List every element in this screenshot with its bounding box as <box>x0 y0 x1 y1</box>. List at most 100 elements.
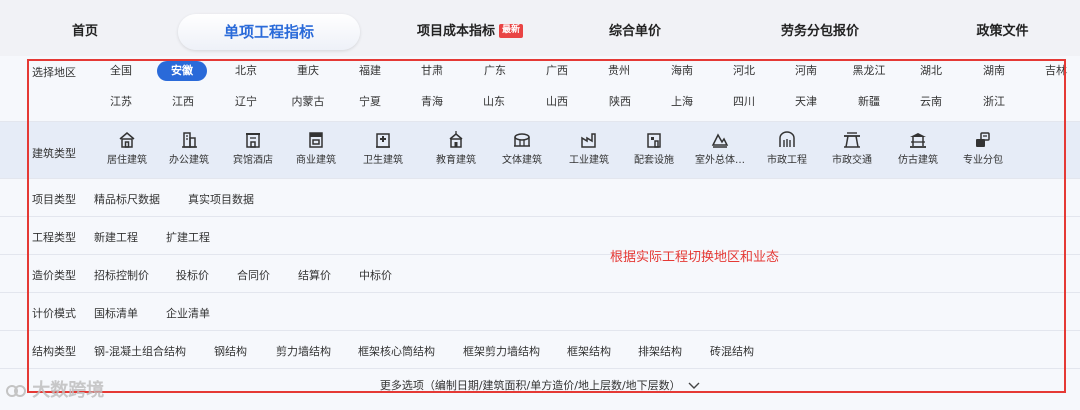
option-bid-control-price[interactable]: 招标控制价 <box>94 267 149 283</box>
hospital-icon <box>376 133 390 148</box>
option-frame-core-tube[interactable]: 框架核心筒结构 <box>358 343 435 359</box>
building-type-option[interactable]: 仿古建筑 <box>883 130 953 166</box>
option-shear-wall[interactable]: 剪力墙结构 <box>276 343 331 359</box>
region-option[interactable]: 内蒙古 <box>283 92 333 112</box>
region-option[interactable]: 辽宁 <box>221 92 271 112</box>
region-option[interactable]: 北京 <box>221 61 271 81</box>
option-expansion[interactable]: 扩建工程 <box>166 229 210 245</box>
building-type-label: 专业分包 <box>963 155 1003 166</box>
factory-icon <box>581 133 596 148</box>
region-option[interactable]: 云南 <box>906 92 956 112</box>
region-option[interactable]: 山东 <box>469 92 519 112</box>
option-real-project-data[interactable]: 真实项目数据 <box>188 191 254 207</box>
region-option[interactable]: 黑龙江 <box>844 61 894 81</box>
cost-type-row: 造价类型 招标控制价 投标价 合同价 结算价 中标价 <box>0 255 1080 293</box>
option-contract-price[interactable]: 合同价 <box>237 267 270 283</box>
municipal-icon <box>779 131 795 147</box>
region-option[interactable]: 上海 <box>657 92 707 112</box>
option-national-bill[interactable]: 国标清单 <box>94 305 138 321</box>
building-type-row: 建筑类型 居住建筑 办公建筑 宾馆酒店 商业建筑 卫生建筑 教育建筑 文体建筑 工业建筑 配套设… <box>0 122 1080 179</box>
region-option[interactable]: 广东 <box>470 61 520 81</box>
option-bid-price[interactable]: 投标价 <box>176 267 209 283</box>
region-option[interactable]: 河北 <box>719 61 769 81</box>
region-option[interactable]: 天津 <box>781 92 831 112</box>
watermark-text: 大数跨境 <box>32 380 105 401</box>
tab-policy-documents[interactable]: 政策文件 <box>960 14 1045 50</box>
region-option[interactable]: 甘肃 <box>407 61 457 81</box>
option-steel-concrete-composite[interactable]: 钢-混凝土组合结构 <box>94 343 186 359</box>
region-option[interactable]: 全国 <box>96 61 146 81</box>
tab-project-cost-index[interactable]: 项目成本指标 最新 <box>400 14 540 50</box>
option-brick-concrete[interactable]: 砖混结构 <box>710 343 754 359</box>
building-type-label: 商业建筑 <box>296 155 336 166</box>
region-option[interactable]: 河南 <box>781 61 831 81</box>
cost-type-row-label: 造价类型 <box>32 269 76 282</box>
school-icon <box>449 131 463 148</box>
option-steel-structure[interactable]: 钢结构 <box>214 343 247 359</box>
building-type-option[interactable]: 文体建筑 <box>487 130 557 166</box>
option-bent-frame[interactable]: 排架结构 <box>638 343 682 359</box>
tab-label: 单项工程指标 <box>223 23 314 41</box>
structure-type-row: 结构类型 钢-混凝土组合结构 钢结构 剪力墙结构 框架核心筒结构 框架剪力墙结构… <box>0 331 1080 369</box>
building-type-row-label: 建筑类型 <box>32 147 76 160</box>
tab-unit-price[interactable]: 综合单价 <box>590 14 680 50</box>
option-frame-shear-wall[interactable]: 框架剪力墙结构 <box>463 343 540 359</box>
option-frame-structure[interactable]: 框架结构 <box>567 343 611 359</box>
building-type-option[interactable]: 办公建筑 <box>154 130 224 166</box>
building-type-option[interactable]: 商业建筑 <box>281 130 351 166</box>
option-fine-benchmark-data[interactable]: 精品标尺数据 <box>94 191 160 207</box>
pricing-mode-row: 计价模式 国标清单 企业清单 <box>0 293 1080 331</box>
building-type-option[interactable]: 配套设施 <box>619 130 689 166</box>
region-option[interactable]: 湖南 <box>969 61 1019 81</box>
region-option[interactable]: 重庆 <box>283 61 333 81</box>
region-option[interactable]: 四川 <box>719 92 769 112</box>
watermark-logo-icon <box>6 385 26 397</box>
building-type-option[interactable]: 市政工程 <box>752 130 822 166</box>
building-type-option[interactable]: 卫生建筑 <box>348 130 418 166</box>
region-option[interactable]: 安徽 <box>157 61 207 81</box>
region-option[interactable]: 山西 <box>532 92 582 112</box>
building-type-option[interactable]: 居住建筑 <box>92 130 162 166</box>
region-option[interactable]: 江苏 <box>96 92 146 112</box>
region-option[interactable]: 海南 <box>657 61 707 81</box>
region-option[interactable]: 浙江 <box>969 92 1019 112</box>
region-option[interactable]: 广西 <box>532 61 582 81</box>
option-new-construction[interactable]: 新建工程 <box>94 229 138 245</box>
building-type-label: 文体建筑 <box>502 155 542 166</box>
building-type-label: 配套设施 <box>634 155 674 166</box>
region-option[interactable]: 湖北 <box>906 61 956 81</box>
facility-icon <box>647 133 661 148</box>
building-type-label: 仿古建筑 <box>898 155 938 166</box>
building-type-label: 居住建筑 <box>107 155 147 166</box>
option-enterprise-bill[interactable]: 企业清单 <box>166 305 210 321</box>
top-tab-bar: 首页 单项工程指标 项目成本指标 最新 综合单价 劳务分包报价 政策文件 <box>0 0 1080 62</box>
tab-label: 政策文件 <box>976 24 1029 39</box>
hotel-icon <box>246 133 260 148</box>
building-type-option[interactable]: 室外总体… <box>685 130 755 166</box>
building-type-option[interactable]: 宾馆酒店 <box>218 130 288 166</box>
region-option[interactable]: 贵州 <box>594 61 644 81</box>
engineering-type-row: 工程类型 新建工程 扩建工程 <box>0 217 1080 255</box>
region-option[interactable]: 福建 <box>345 61 395 81</box>
building-type-option[interactable]: 教育建筑 <box>421 130 491 166</box>
building-type-option[interactable]: 市政交通 <box>817 130 887 166</box>
building-type-option[interactable]: 工业建筑 <box>554 130 624 166</box>
tab-single-project-index[interactable]: 单项工程指标 <box>178 14 360 50</box>
region-option[interactable]: 陕西 <box>595 92 645 112</box>
region-option[interactable]: 新疆 <box>844 92 894 112</box>
building-type-label: 宾馆酒店 <box>233 155 273 166</box>
tab-labor-subcontract-quote[interactable]: 劳务分包报价 <box>760 14 880 50</box>
region-option[interactable]: 吉林 <box>1031 61 1080 81</box>
subcontract-icon <box>976 132 990 147</box>
region-option[interactable]: 江西 <box>158 92 208 112</box>
option-settlement-price[interactable]: 结算价 <box>298 267 331 283</box>
more-options-toggle[interactable]: 更多选项（编制日期/建筑面积/单方造价/地上层数/地下层数） <box>0 377 1080 393</box>
region-option[interactable]: 青海 <box>407 92 457 112</box>
filter-panel: 选择地区 全国 安徽 北京 重庆 福建 甘肃 广东 广西 贵州 海南 河北 河南 黑龙江 湖北 湖南 吉林 江… <box>0 56 1080 410</box>
tab-home[interactable]: 首页 <box>50 14 120 50</box>
building-type-option[interactable]: 专业分包 <box>948 130 1018 166</box>
option-winning-bid-price[interactable]: 中标价 <box>359 267 392 283</box>
region-option[interactable]: 宁夏 <box>345 92 395 112</box>
transport-icon <box>844 132 860 148</box>
engineering-type-row-label: 工程类型 <box>32 231 76 244</box>
